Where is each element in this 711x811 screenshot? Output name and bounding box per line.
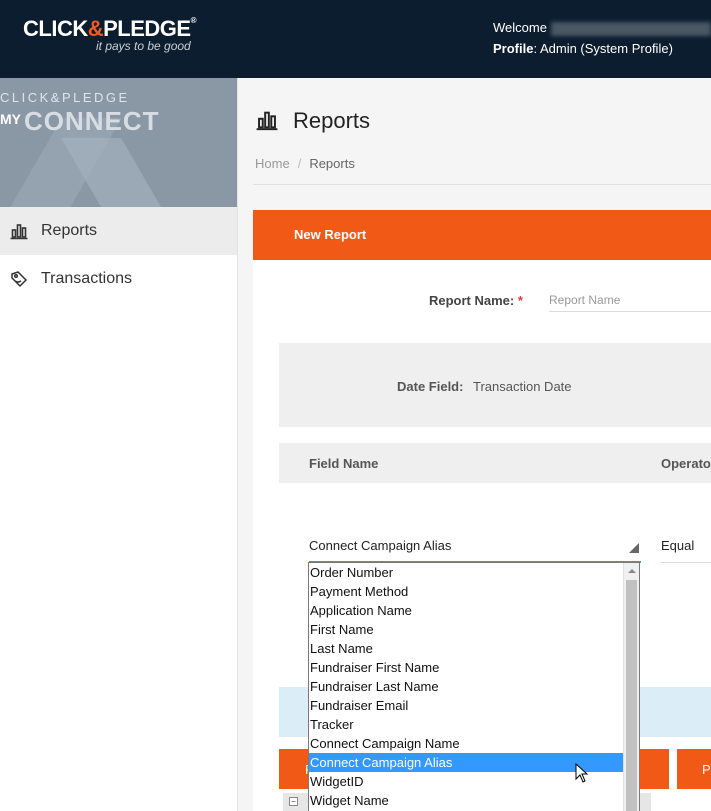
logo-pledge-text: PLEDGE xyxy=(103,16,191,41)
mouse-cursor-icon xyxy=(575,763,589,783)
breadcrumb-home-link[interactable]: Home xyxy=(255,156,290,171)
redacted-username xyxy=(550,21,711,36)
dropdown-option[interactable]: Fundraiser Last Name xyxy=(309,677,624,696)
logo-click-text: CLICK xyxy=(23,16,88,41)
report-name-label-text: Report Name: xyxy=(429,293,515,308)
brand-my: MY xyxy=(0,111,21,127)
field-name-select[interactable]: Connect Campaign Alias xyxy=(309,533,641,563)
sidebar-item-transactions[interactable]: Transactions xyxy=(0,255,237,303)
welcome-text: Welcome xyxy=(493,20,711,36)
filter-table-header: Field Name Operator xyxy=(279,443,711,483)
sidebar-item-label: Transactions xyxy=(41,270,132,287)
tag-icon xyxy=(8,268,30,290)
date-field-panel: Date Field: Transaction Date xyxy=(279,343,711,427)
dropdown-option[interactable]: Tracker xyxy=(309,715,624,734)
report-name-input[interactable] xyxy=(549,288,711,312)
bar-chart-icon xyxy=(8,220,30,242)
dropdown-option[interactable]: Fundraiser Email xyxy=(309,696,624,715)
grid-header-bar-secondary: P xyxy=(677,749,711,789)
report-name-label: Report Name: * xyxy=(429,293,523,308)
scroll-up-arrow-icon[interactable] xyxy=(624,563,639,579)
dropdown-option[interactable]: Order Number xyxy=(309,563,624,582)
logo-reg-mark: ® xyxy=(190,16,197,25)
bar-chart-icon xyxy=(256,109,282,133)
dropdown-option[interactable]: Payment Method xyxy=(309,582,624,601)
profile-value: : Admin (System Profile) xyxy=(533,41,673,56)
operator-select[interactable]: Equal xyxy=(661,533,711,563)
logo-amp-text: & xyxy=(87,16,104,41)
column-field-name: Field Name xyxy=(309,456,379,471)
page-title-text: Reports xyxy=(293,108,371,133)
collapse-toggle-icon[interactable]: − xyxy=(289,797,298,806)
sidebar: CLICK&PLEDGE MY CONNECT Reports Transact… xyxy=(0,78,238,811)
dropdown-option[interactable]: Last Name xyxy=(309,639,624,658)
dropdown-option[interactable]: Fundraiser First Name xyxy=(309,658,624,677)
top-header: CLICK&PLEDGE® it pays to be good Welcome… xyxy=(0,0,711,78)
sidebar-item-reports[interactable]: Reports xyxy=(0,207,237,255)
welcome-label: Welcome xyxy=(493,20,547,35)
required-mark: * xyxy=(517,293,523,308)
page-title: Reports xyxy=(256,108,370,134)
dropdown-arrow-icon xyxy=(629,543,639,553)
dropdown-option[interactable]: Connect Campaign Name xyxy=(309,734,624,753)
operator-selected-value: Equal xyxy=(661,538,695,553)
breadcrumb-separator: / xyxy=(297,156,302,171)
dropdown-option[interactable]: Application Name xyxy=(309,601,624,620)
field-name-dropdown-list[interactable]: Order Number Payment Method Application … xyxy=(308,562,640,811)
sidebar-item-label: Reports xyxy=(41,222,98,239)
dropdown-scrollbar[interactable] xyxy=(623,563,639,811)
card-header: New Report xyxy=(253,210,711,260)
date-field-value[interactable]: Transaction Date xyxy=(473,379,572,394)
dropdown-option[interactable]: First Name xyxy=(309,620,624,639)
scrollbar-thumb[interactable] xyxy=(626,580,637,811)
breadcrumb: Home / Reports xyxy=(255,156,355,171)
dropdown-option[interactable]: Widget Name xyxy=(309,791,624,810)
profile-text: Profile: Admin (System Profile) xyxy=(493,41,673,56)
grid-header-label-secondary: P xyxy=(702,762,711,777)
brand-subtitle: CLICK&PLEDGE xyxy=(0,90,130,105)
field-name-selected-value: Connect Campaign Alias xyxy=(309,538,452,553)
divider xyxy=(253,184,711,185)
column-operator: Operator xyxy=(661,456,711,471)
profile-label: Profile xyxy=(493,41,534,56)
brand-connect: CONNECT xyxy=(24,106,160,136)
myconnect-brand-banner: CLICK&PLEDGE MY CONNECT xyxy=(0,78,237,207)
breadcrumb-current: Reports xyxy=(309,156,355,171)
logo-tagline: it pays to be good xyxy=(96,39,191,53)
date-field-label: Date Field: xyxy=(397,379,464,394)
